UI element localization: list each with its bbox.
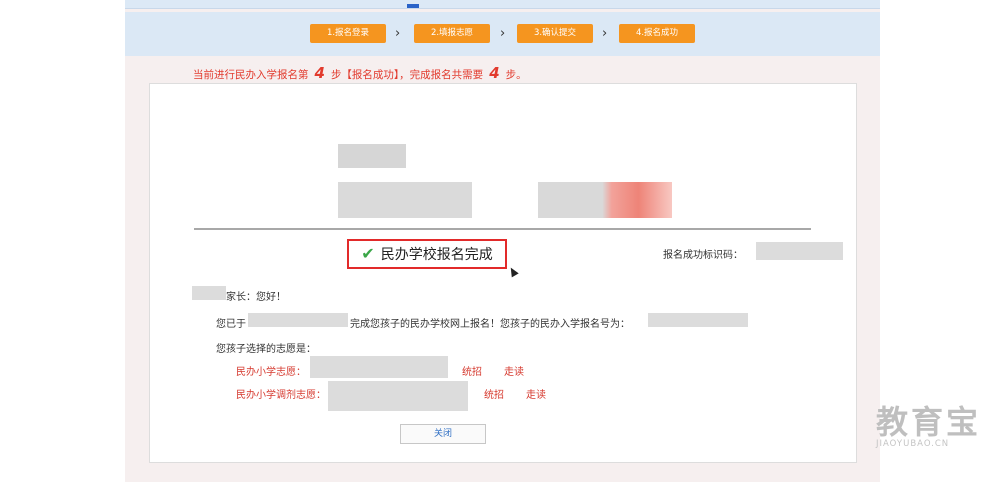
progress-prefix: 当前进行民办入学报名第 [193, 69, 309, 81]
redacted-student-info-2 [538, 182, 672, 218]
progress-middle: 步【报名成功】，完成报名共需要 [330, 69, 484, 81]
choices-label: 您孩子选择的志愿是： [216, 344, 316, 355]
redacted-parent-name [192, 286, 226, 300]
registration-complete-banner: ✔ 民办学校报名完成 [347, 239, 507, 269]
redacted-date [248, 313, 348, 327]
adjust-option-b: 走读 [526, 390, 546, 401]
progress-suffix: 步。 [505, 69, 527, 81]
primary-option-a: 统招 [462, 367, 482, 378]
checkmark-icon: ✔ [361, 244, 375, 263]
watermark-main: 教育宝 [876, 403, 982, 441]
registration-page: 1.报名登录 › 2.填报志愿 › 3.确认提交 › 4.报名成功 当前进行民办… [125, 0, 880, 482]
active-nav-marker [407, 4, 419, 8]
progress-message: 当前进行民办入学报名第 4 步【报名成功】，完成报名共需要 4 步。 [193, 64, 527, 82]
watermark-logo: 教育宝 JIAOYUBAO.CN [876, 405, 986, 449]
step-4-success: 4.报名成功 [619, 24, 695, 43]
step-1-login: 1.报名登录 [310, 24, 386, 43]
primary-choice-label: 民办小学志愿： [236, 367, 306, 378]
redacted-primary-school [310, 356, 448, 378]
adjust-choice-label: 民办小学调剂志愿： [236, 390, 326, 401]
step-3-confirm: 3.确认提交 [517, 24, 593, 43]
step-2-fill-choices: 2.填报志愿 [414, 24, 490, 43]
step-progress-bar: 1.报名登录 › 2.填报志愿 › 3.确认提交 › 4.报名成功 [125, 12, 880, 56]
redacted-adjust-school [328, 381, 468, 411]
chevron-right-icon: › [395, 26, 401, 41]
result-card: ✔ 民办学校报名完成 报名成功标识码： 家长：您好！ 您已于 完成您孩子的民办学… [149, 83, 857, 463]
section-divider [194, 228, 811, 230]
chevron-right-icon: › [602, 26, 608, 41]
current-step-number: 4 [314, 64, 325, 82]
completion-text-start: 您已于 [216, 319, 246, 330]
redacted-student-info [338, 182, 472, 218]
success-title: 民办学校报名完成 [380, 247, 493, 263]
success-id-label: 报名成功标识码： [663, 250, 743, 261]
redacted-school-name [338, 144, 406, 168]
completion-text-end: 完成您孩子的民办学校网上报名！您孩子的民办入学报名号为： [350, 319, 630, 330]
redacted-registration-number [648, 313, 748, 327]
primary-option-b: 走读 [504, 367, 524, 378]
total-steps-number: 4 [489, 64, 500, 82]
greeting: 家长：您好！ [226, 292, 286, 303]
adjust-option-a: 统招 [484, 390, 504, 401]
top-nav-strip [125, 0, 880, 9]
redacted-success-id [756, 242, 843, 260]
close-button[interactable]: 关闭 [400, 424, 486, 444]
chevron-right-icon: › [500, 26, 506, 41]
